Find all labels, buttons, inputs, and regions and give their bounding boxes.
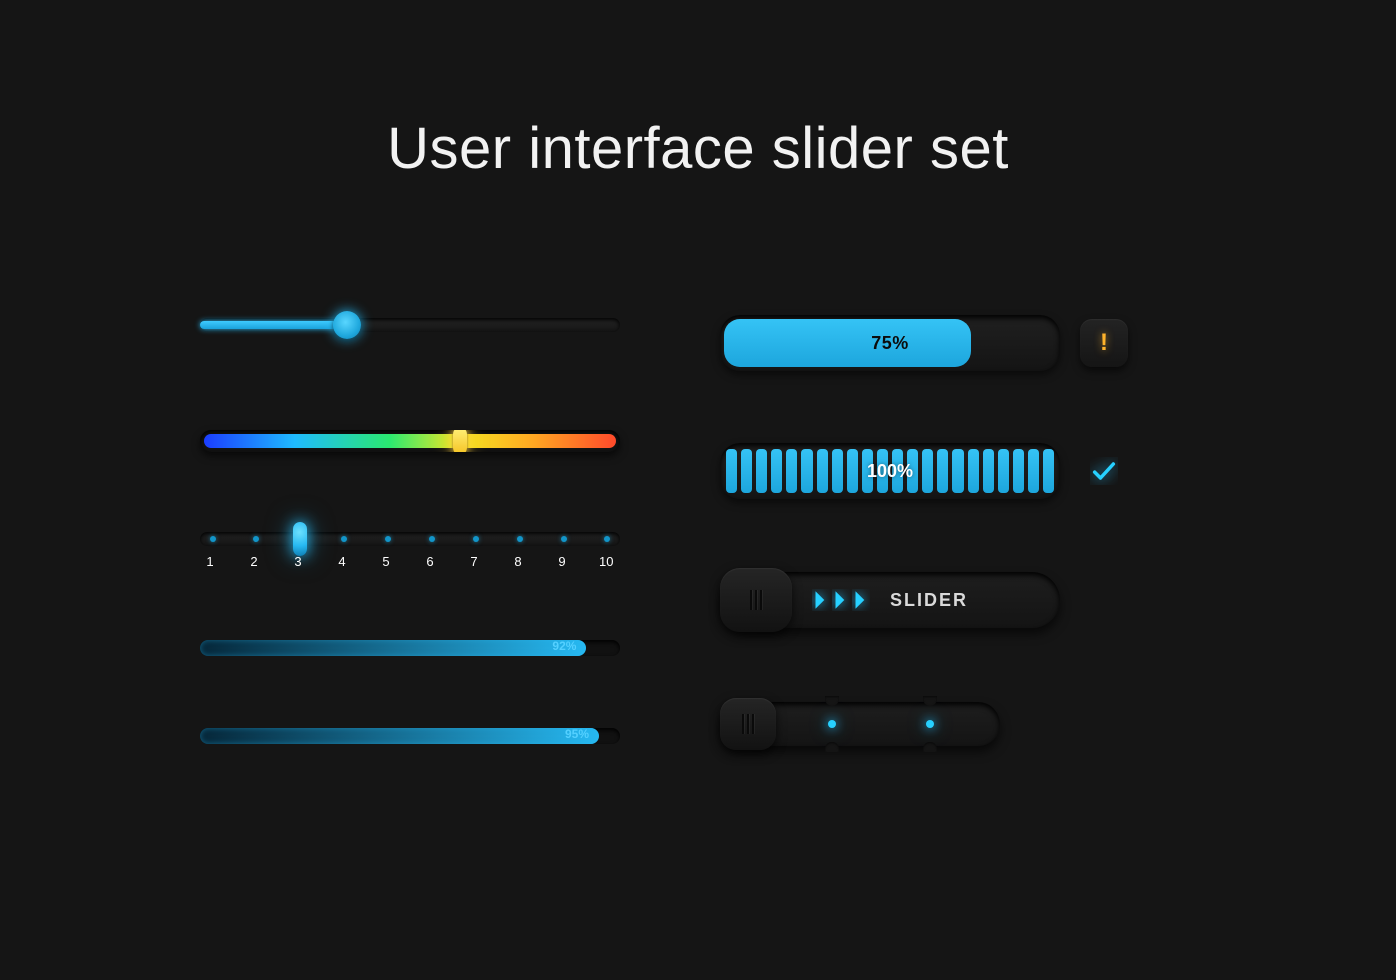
step-label: 3	[291, 554, 305, 569]
step-dot[interactable]	[604, 536, 610, 542]
step-label: 10	[599, 554, 613, 569]
step-dot[interactable]	[341, 536, 347, 542]
step-label: 1	[203, 554, 217, 569]
step-dot[interactable]	[561, 536, 567, 542]
page-title: User interface slider set	[0, 115, 1396, 182]
step-label: 2	[247, 554, 261, 569]
check-icon	[1090, 457, 1118, 485]
progress-block-100: 100%	[720, 443, 1150, 499]
progress-value: 95%	[565, 727, 589, 741]
step-dot[interactable]	[253, 536, 259, 542]
progress-value: 75%	[720, 315, 1060, 371]
success-indicator	[1080, 447, 1128, 495]
progress-value: 100%	[720, 443, 1060, 499]
warning-button[interactable]: !	[1080, 319, 1128, 367]
step-dot[interactable]	[517, 536, 523, 542]
slider-thumb-icon[interactable]	[453, 430, 467, 452]
step-label: 7	[467, 554, 481, 569]
step-label: 6	[423, 554, 437, 569]
chevron-right-icon	[812, 589, 870, 611]
step-dot[interactable]	[473, 536, 479, 542]
slider-thumb-icon[interactable]	[333, 311, 361, 339]
rainbow-slider[interactable]	[200, 430, 620, 452]
step-label: 4	[335, 554, 349, 569]
drag-handle[interactable]	[720, 698, 776, 750]
slider-thumb-icon[interactable]	[293, 522, 307, 556]
progress-value: 92%	[552, 639, 576, 653]
pull-slider[interactable]: SLIDER	[720, 572, 1150, 628]
step-dot[interactable]	[385, 536, 391, 542]
progress-bar-thin-a: 92%	[200, 640, 620, 656]
step-label: 8	[511, 554, 525, 569]
step-slider[interactable]: 12345678910	[200, 532, 620, 546]
step-label: 5	[379, 554, 393, 569]
notch-indicator-icon	[828, 720, 836, 728]
step-dot[interactable]	[210, 536, 216, 542]
notch-indicator-icon	[926, 720, 934, 728]
warning-icon: !	[1100, 329, 1108, 357]
progress-block-75: 75% !	[720, 315, 1150, 371]
step-label: 9	[555, 554, 569, 569]
basic-slider[interactable]	[200, 318, 620, 332]
notch-slider[interactable]	[720, 702, 1150, 746]
slider-label: SLIDER	[890, 590, 968, 611]
drag-handle[interactable]	[720, 568, 792, 632]
step-dot[interactable]	[429, 536, 435, 542]
progress-bar-thin-b: 95%	[200, 728, 620, 744]
